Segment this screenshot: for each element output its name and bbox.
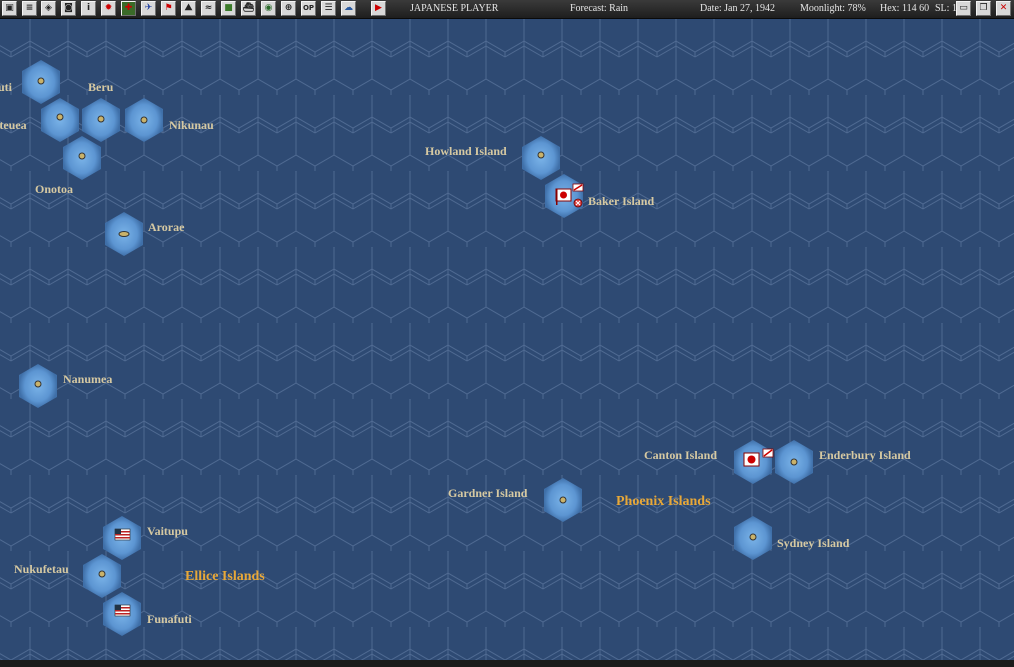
label-canton: Canton Island	[644, 448, 717, 462]
terrain-icon[interactable]: ⛰	[181, 1, 196, 16]
date-label: Date: Jan 27, 1942	[700, 3, 775, 14]
us-flag-funafuti[interactable]	[114, 604, 131, 617]
atoll-dot	[140, 116, 148, 124]
report-icon[interactable]: ≡	[22, 1, 37, 16]
label-howland: Howland Island	[425, 144, 507, 158]
list-icon[interactable]: ☰	[321, 1, 336, 16]
intel-icon[interactable]: ◈	[41, 1, 56, 16]
label-nanumea: Nanumea	[63, 372, 112, 386]
atoll-dot	[790, 458, 798, 466]
atoll-dot	[97, 115, 105, 123]
hex-map[interactable]: uti Beru iteuea Nikunau Onotoa Arorae Ho…	[0, 19, 1014, 660]
atoll-dot	[559, 496, 567, 504]
label-nikunau: Nikunau	[169, 118, 214, 132]
aircraft-icon[interactable]: ✈	[141, 1, 156, 16]
label-baker: Baker Island	[588, 194, 654, 208]
op-button[interactable]: OP	[301, 1, 316, 16]
atoll-dot	[34, 380, 42, 388]
bottom-status-strip	[0, 660, 1014, 667]
label-gardner: Gardner Island	[448, 486, 528, 500]
end-turn-icon[interactable]: ▶	[371, 1, 386, 16]
atoll-dot	[98, 570, 106, 578]
label-onotoa: Onotoa	[35, 182, 73, 196]
label-beru: Beru	[88, 80, 114, 94]
japan-flag-icon[interactable]: ✹	[101, 1, 116, 16]
top-toolbar: ▣ ≡ ◈ ◙ i ✹ ✚ ✈ ⚑ ⛰ ≈ ■ ⛴ ◉ ⊕ OP ☰ ☁ ▶ J…	[0, 0, 1014, 19]
sea-icon[interactable]: ≈	[201, 1, 216, 16]
label-tamana: uti	[0, 80, 13, 94]
atoll-dot	[537, 151, 545, 159]
weather-icon[interactable]: ☁	[341, 1, 356, 16]
forecast-label: Forecast: Rain	[570, 3, 629, 14]
map-view-icon[interactable]: ▣	[2, 1, 17, 16]
region-label-ellice: Ellice Islands	[185, 569, 265, 584]
label-enderbury: Enderbury Island	[819, 448, 911, 462]
atoll-dot	[78, 152, 86, 160]
ships-icon[interactable]: ⛴	[241, 1, 256, 16]
label-tabiteuea: iteuea	[0, 118, 27, 132]
globe-icon[interactable]: ◉	[261, 1, 276, 16]
base-flag-icon[interactable]: ⚑	[161, 1, 176, 16]
region-label-phoenix: Phoenix Islands	[616, 494, 711, 509]
minimize-icon[interactable]: ▭	[956, 1, 971, 16]
save-icon[interactable]: ◙	[61, 1, 76, 16]
label-sydney: Sydney Island	[777, 536, 850, 550]
player-label: JAPANESE PLAYER	[410, 3, 499, 14]
close-icon[interactable]: ✕	[996, 1, 1011, 16]
us-flag-vaitupu[interactable]	[114, 528, 131, 541]
label-arorae: Arorae	[148, 220, 185, 234]
restore-icon[interactable]: ❐	[976, 1, 991, 16]
atoll-dot	[56, 113, 64, 121]
info-icon[interactable]: i	[81, 1, 96, 16]
sl-label: SL: 1	[935, 3, 957, 14]
moonlight-label: Moonlight: 78%	[800, 3, 866, 14]
supply-icon[interactable]: ■	[221, 1, 236, 16]
air-units-icon[interactable]: ✚	[121, 1, 136, 16]
atoll-dot	[37, 77, 45, 85]
atoll-dot	[749, 533, 757, 541]
atoll-dot	[118, 231, 130, 237]
label-funafuti: Funafuti	[147, 612, 192, 626]
label-nukufetau: Nukufetau	[14, 562, 69, 576]
label-vaitupu: Vaitupu	[147, 524, 188, 538]
target-icon[interactable]: ⊕	[281, 1, 296, 16]
hex-label: Hex: 114 60	[880, 3, 930, 14]
